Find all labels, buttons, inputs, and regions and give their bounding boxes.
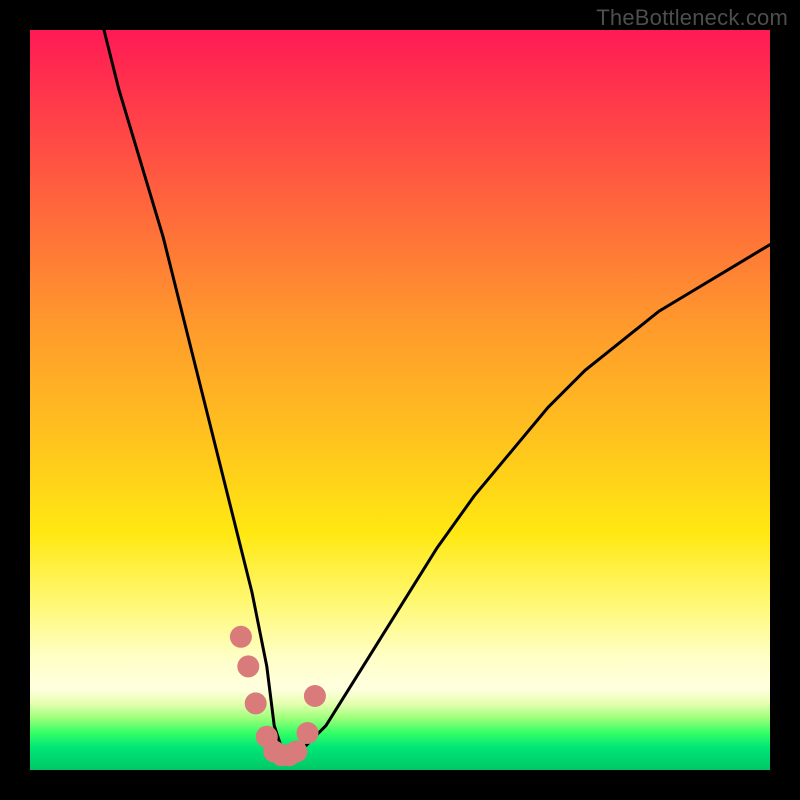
highlight-marker <box>304 685 326 707</box>
bottleneck-curve <box>104 30 770 755</box>
highlight-marker <box>285 741 307 763</box>
curve-layer <box>30 30 770 770</box>
plot-area <box>30 30 770 770</box>
watermark-text: TheBottleneck.com <box>596 5 788 31</box>
highlight-marker <box>297 722 319 744</box>
highlight-marker <box>230 626 252 648</box>
highlight-markers <box>230 626 326 766</box>
highlight-marker <box>237 655 259 677</box>
highlight-marker <box>245 692 267 714</box>
chart-frame: TheBottleneck.com <box>0 0 800 800</box>
